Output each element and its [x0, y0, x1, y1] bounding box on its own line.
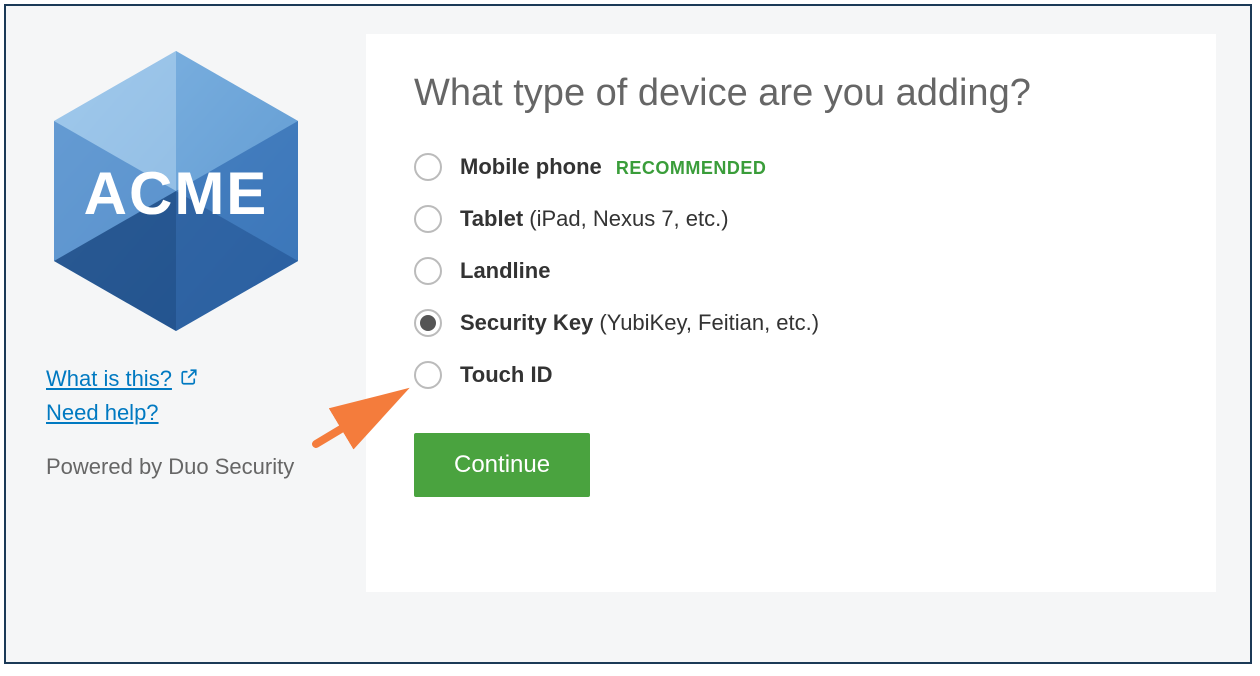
- hexagon-logo-icon: ACME: [46, 46, 306, 336]
- what-is-this-label: What is this?: [46, 366, 172, 392]
- option-paren: (iPad, Nexus 7, etc.): [523, 206, 728, 231]
- svg-text:ACME: ACME: [84, 160, 269, 227]
- option-label: Touch ID: [460, 362, 552, 387]
- main-card: What type of device are you adding? Mobi…: [366, 34, 1216, 592]
- option-touch-id[interactable]: Touch ID: [414, 361, 1168, 389]
- option-label: Mobile phone: [460, 154, 602, 179]
- option-label: Tablet: [460, 206, 523, 231]
- radio-icon: [414, 153, 442, 181]
- page-title: What type of device are you adding?: [414, 72, 1168, 115]
- radio-icon: [414, 309, 442, 337]
- option-paren: (YubiKey, Feitian, etc.): [593, 310, 819, 335]
- continue-button[interactable]: Continue: [414, 433, 590, 497]
- auth-frame: ACME What is this? Need help? Powered by…: [4, 4, 1252, 664]
- option-mobile-phone[interactable]: Mobile phone RECOMMENDED: [414, 153, 1168, 181]
- need-help-link[interactable]: Need help?: [46, 400, 159, 426]
- what-is-this-link[interactable]: What is this?: [46, 366, 198, 392]
- recommended-badge: RECOMMENDED: [616, 158, 767, 178]
- sidebar: ACME What is this? Need help? Powered by…: [6, 6, 366, 662]
- device-options: Mobile phone RECOMMENDED Tablet (iPad, N…: [414, 153, 1168, 389]
- sidebar-links: What is this? Need help?: [46, 366, 336, 426]
- radio-icon: [414, 205, 442, 233]
- radio-icon: [414, 257, 442, 285]
- option-landline[interactable]: Landline: [414, 257, 1168, 285]
- option-label: Security Key: [460, 310, 593, 335]
- option-tablet[interactable]: Tablet (iPad, Nexus 7, etc.): [414, 205, 1168, 233]
- external-link-icon: [180, 366, 198, 392]
- option-text: Tablet (iPad, Nexus 7, etc.): [460, 206, 729, 232]
- powered-by-text: Powered by Duo Security: [46, 454, 336, 480]
- option-security-key[interactable]: Security Key (YubiKey, Feitian, etc.): [414, 309, 1168, 337]
- need-help-label: Need help?: [46, 400, 159, 426]
- brand-logo: ACME: [46, 46, 336, 336]
- option-text: Landline: [460, 258, 550, 284]
- option-text: Security Key (YubiKey, Feitian, etc.): [460, 310, 819, 336]
- option-text: Touch ID: [460, 362, 552, 388]
- option-text: Mobile phone RECOMMENDED: [460, 154, 766, 180]
- radio-icon: [414, 361, 442, 389]
- option-label: Landline: [460, 258, 550, 283]
